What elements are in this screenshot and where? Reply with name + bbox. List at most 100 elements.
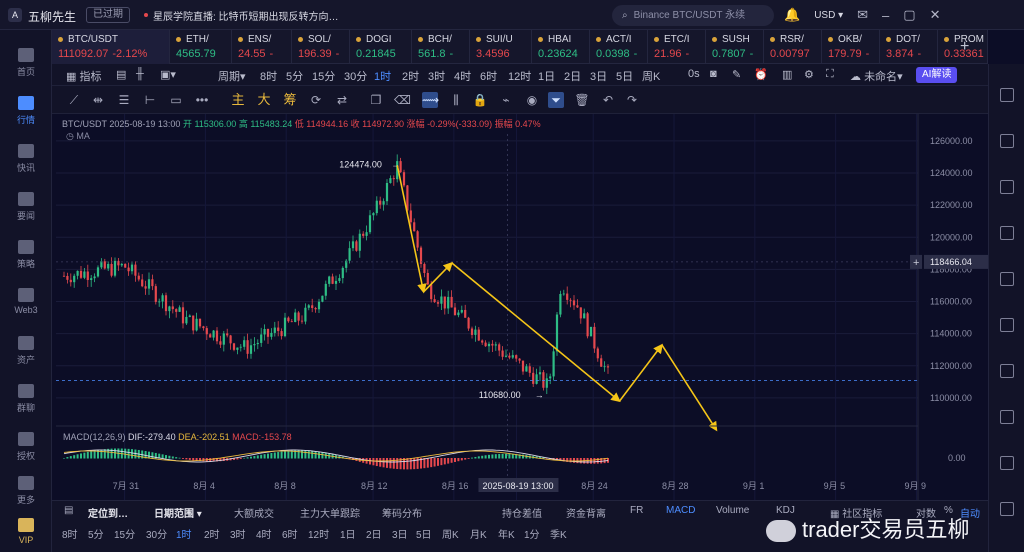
ticker-tab-4[interactable]: DOGI 0.21845 <box>350 30 412 64</box>
bottom-period-1[interactable]: 5分 <box>88 526 104 541</box>
rectangle-icon[interactable]: ▭ <box>168 92 184 108</box>
period-button-4[interactable]: 1时 <box>374 68 391 84</box>
indicator-tab-0[interactable]: 大额成交 <box>234 505 274 520</box>
big-order-button[interactable]: 大 <box>256 92 272 108</box>
horizontal-line-icon[interactable]: ⊢ <box>142 92 158 108</box>
period-button-14[interactable]: 周K <box>642 68 660 84</box>
bottom-period-3[interactable]: 30分 <box>146 526 167 541</box>
ticker-tab-8[interactable]: ACT/I 0.0398- <box>590 30 648 64</box>
eye-icon[interactable] <box>1000 502 1014 516</box>
close-icon[interactable]: ✕ <box>930 7 941 23</box>
period-button-9[interactable]: 12时 <box>508 68 531 84</box>
period-button-2[interactable]: 15分 <box>312 68 335 84</box>
layout-save-select[interactable]: ☁ 未命名▾ <box>850 68 903 84</box>
ticker-tab-13[interactable]: DOT/3.874- <box>880 30 938 64</box>
ma-indicator-label[interactable]: ◷ MA <box>66 131 90 142</box>
chip-button[interactable]: 筹 <box>282 92 298 108</box>
bottom-period-15[interactable]: 月K <box>470 526 487 541</box>
sync-icon[interactable]: ⟳ <box>308 92 324 108</box>
alarm-icon[interactable]: ⏰ <box>754 68 768 81</box>
period-button-7[interactable]: 4时 <box>454 68 471 84</box>
ticker-tab-0[interactable]: BTC/USDT 111092.07 -2.12% <box>52 30 170 64</box>
settings-icon[interactable]: ⚙ <box>804 68 814 81</box>
period-select[interactable]: 周期▾ <box>218 68 246 84</box>
bottom-period-5[interactable]: 2时 <box>204 526 220 541</box>
trash-icon[interactable]: 🗑 <box>574 92 590 108</box>
chart-area[interactable]: 126000.00 124000.00 122000.00 120000.00 1180… <box>52 114 988 500</box>
indicator-tab-5[interactable]: FR <box>630 505 643 516</box>
copy-icon[interactable]: ❐ <box>368 92 384 108</box>
camera-icon[interactable]: ◙ <box>710 68 717 80</box>
indicator-tab-3[interactable]: 持仓差值 <box>502 505 542 520</box>
locate-button[interactable]: 定位到… <box>88 505 128 520</box>
period-button-6[interactable]: 3时 <box>428 68 445 84</box>
maximize-icon[interactable]: ▢ <box>903 7 915 23</box>
bell-icon[interactable]: 🔔 <box>784 7 800 23</box>
undo-icon[interactable]: ↶ <box>600 92 616 108</box>
bottom-period-4[interactable]: 1时 <box>176 526 192 541</box>
candle-icon[interactable]: ⫼ <box>448 92 464 108</box>
sidebar-item-vip[interactable]: VIP <box>0 518 52 545</box>
ai-interpret-button[interactable]: AI解读 <box>916 67 958 83</box>
news-ticker[interactable]: 星辰学院直播: 比特币短期出现反转方向… <box>153 8 339 23</box>
indicator-tab-7[interactable]: Volume <box>716 505 749 516</box>
period-button-1[interactable]: 5分 <box>286 68 303 84</box>
sidebar-item-news[interactable]: 要闻 <box>0 192 52 222</box>
ticker-tab-6[interactable]: SUI/U 3.4596 <box>470 30 532 64</box>
drag-handle-icon[interactable] <box>1000 272 1014 286</box>
bottom-period-11[interactable]: 2日 <box>366 526 382 541</box>
lock-icon[interactable]: 🔒 <box>472 92 488 108</box>
ticker-tab-7[interactable]: HBAI 0.23624 <box>532 30 590 64</box>
grid-icon[interactable] <box>1000 410 1014 424</box>
layout-icon[interactable]: ▣▾ <box>160 68 176 81</box>
horizontal-ray-icon[interactable]: ⇹ <box>90 92 106 108</box>
calendar-icon[interactable]: ▤ <box>116 68 126 81</box>
ticker-tab-1[interactable]: ETH/4565.79 <box>170 30 232 64</box>
orderbook-icon[interactable] <box>1000 88 1014 102</box>
indicator-tab-6[interactable]: MACD <box>666 505 695 516</box>
redo-icon[interactable]: ↷ <box>624 92 640 108</box>
sidebar-item-flash[interactable]: 快讯 <box>0 144 52 174</box>
bottom-period-12[interactable]: 3日 <box>392 526 408 541</box>
bottom-period-16[interactable]: 年K <box>498 526 515 541</box>
wallet-icon[interactable] <box>1000 456 1014 470</box>
filter-icon[interactable]: ⏷ <box>548 92 564 108</box>
indicator-tab-2[interactable]: 筹码分布 <box>382 505 422 520</box>
bottom-period-6[interactable]: 3时 <box>230 526 246 541</box>
bottom-period-18[interactable]: 季K <box>550 526 567 541</box>
draw-wave-icon[interactable]: ⟿ <box>422 92 439 108</box>
eye-icon[interactable]: ◉ <box>524 92 540 108</box>
calendar-small-icon[interactable]: ▤ <box>64 505 73 516</box>
period-button-10[interactable]: 1日 <box>538 68 555 84</box>
pencil-icon[interactable]: ✎ <box>732 68 741 81</box>
period-button-8[interactable]: 6时 <box>480 68 497 84</box>
currency-select[interactable]: USD ▾ <box>814 10 843 21</box>
sidebar-item-strategy[interactable]: 策略 <box>0 240 52 270</box>
trend-line-icon[interactable]: ⟋ <box>66 92 82 108</box>
bottom-period-13[interactable]: 5日 <box>416 526 432 541</box>
calculator-icon[interactable] <box>1000 226 1014 240</box>
list-icon[interactable] <box>1000 134 1014 148</box>
ticker-tab-10[interactable]: SUSH 0.7807- <box>706 30 764 64</box>
mail-icon[interactable]: ✉ <box>857 7 868 23</box>
bottom-period-14[interactable]: 周K <box>442 526 459 541</box>
parallel-lines-icon[interactable]: ☰ <box>116 92 132 108</box>
bottom-period-0[interactable]: 8时 <box>62 526 78 541</box>
sidebar-item-market[interactable]: 行情 <box>0 96 52 126</box>
ticker-tab-5[interactable]: BCH/561.8- <box>412 30 470 64</box>
macd-indicator-label[interactable]: MACD(12,26,9) DIF:-279.40 DEA:-202.51 MA… <box>63 432 292 442</box>
add-tab-icon[interactable]: + <box>960 38 969 56</box>
sidebar-item-chat[interactable]: 群聊 <box>0 384 52 414</box>
magnet-icon[interactable]: ⌁ <box>498 92 514 108</box>
ticker-tab-9[interactable]: ETC/I 21.96- <box>648 30 706 64</box>
period-button-5[interactable]: 2时 <box>402 68 419 84</box>
more-tools-icon[interactable]: ••• <box>194 92 210 108</box>
sidebar-item-more[interactable]: 更多 <box>0 476 52 506</box>
sidebar-item-web3[interactable]: Web3 <box>0 288 52 315</box>
sidebar-item-auth[interactable]: 授权 <box>0 432 52 462</box>
period-button-11[interactable]: 2日 <box>564 68 581 84</box>
history-icon[interactable] <box>1000 318 1014 332</box>
bottom-period-9[interactable]: 12时 <box>308 526 329 541</box>
sidebar-item-assets[interactable]: 资产 <box>0 336 52 366</box>
eraser-icon[interactable]: ⌫ <box>394 92 411 108</box>
